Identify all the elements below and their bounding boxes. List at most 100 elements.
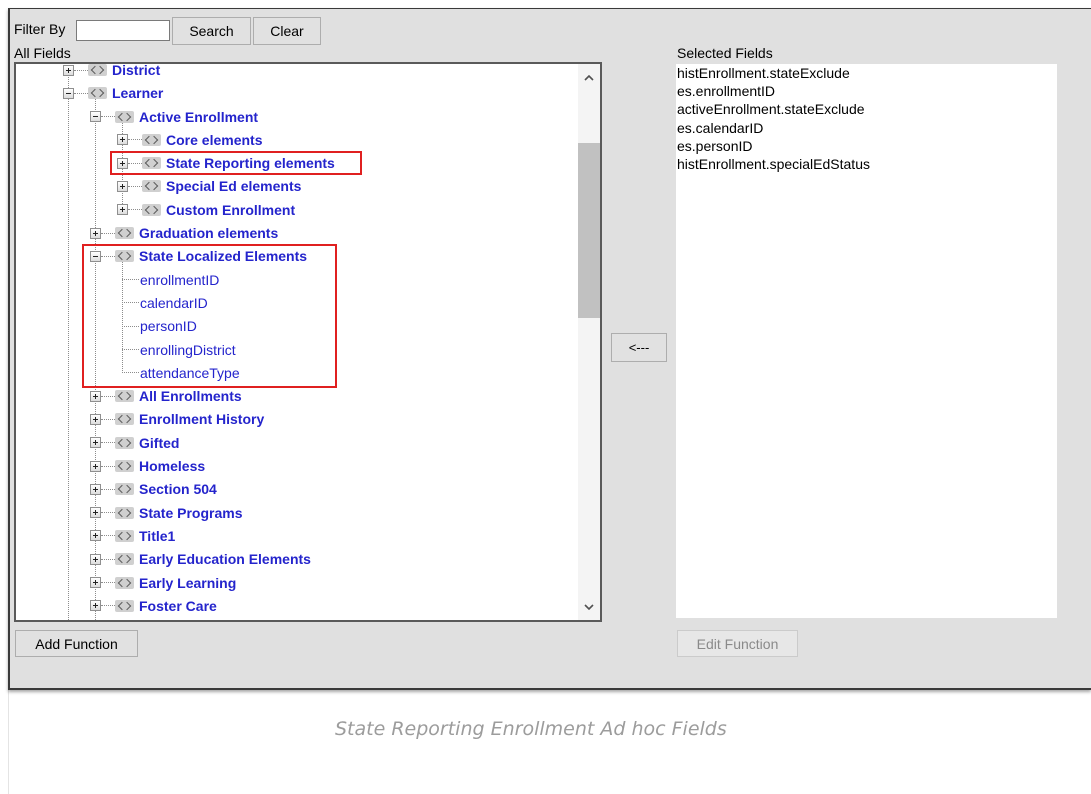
tree-node-early-learning[interactable]: Early Learning	[16, 571, 578, 594]
tree-node-homeless[interactable]: Homeless	[16, 454, 578, 477]
tree-node-all-enrollments[interactable]: All Enrollments	[16, 385, 578, 408]
tree-node-label[interactable]: Gifted	[139, 435, 179, 451]
selected-field-item[interactable]: es.calendarID	[676, 119, 1057, 137]
expand-icon[interactable]	[90, 227, 101, 239]
expand-icon[interactable]	[90, 437, 101, 449]
tree-node-content[interactable]: Early Learning	[90, 571, 236, 594]
all-fields-tree[interactable]: District Learner Active Enrollment Core …	[14, 62, 602, 622]
expand-icon[interactable]	[90, 460, 101, 472]
tree-node-special-ed-elements[interactable]: Special Ed elements	[16, 175, 578, 198]
tree-scrollbar[interactable]	[578, 64, 600, 620]
tree-node-label[interactable]: Title1	[139, 528, 175, 544]
selected-fields-label: Selected Fields	[677, 45, 773, 61]
tree-node-content[interactable]: Early Education Elements	[90, 548, 311, 571]
tree-node-enrollment-history[interactable]: Enrollment History	[16, 408, 578, 431]
tree-node-section-504[interactable]: Section 504	[16, 478, 578, 501]
tree-node-state-programs[interactable]: State Programs	[16, 501, 578, 524]
tree-node-label[interactable]: District	[112, 64, 160, 78]
selected-field-item[interactable]: histEnrollment.stateExclude	[676, 64, 1057, 82]
clear-button[interactable]: Clear	[253, 17, 321, 45]
tree-connector	[101, 558, 115, 560]
search-button[interactable]: Search	[172, 17, 251, 45]
tree-node-early-education-elements[interactable]: Early Education Elements	[16, 548, 578, 571]
scrollbar-thumb[interactable]	[578, 143, 600, 319]
expand-icon[interactable]	[90, 577, 101, 589]
scroll-down-icon[interactable]	[584, 604, 594, 610]
tree-node-content[interactable]: Title1	[90, 524, 175, 547]
tree-node-district[interactable]: District	[16, 64, 578, 82]
element-icon	[115, 227, 134, 240]
add-function-button[interactable]: Add Function	[15, 630, 138, 657]
selected-field-item[interactable]: es.enrollmentID	[676, 82, 1057, 100]
element-icon	[115, 576, 134, 589]
element-icon	[115, 110, 134, 123]
tree-node-label[interactable]: Special Ed elements	[166, 178, 301, 194]
tree-node-content[interactable]: Core elements	[117, 128, 262, 151]
expand-icon[interactable]	[90, 413, 101, 425]
expand-icon[interactable]	[90, 530, 101, 542]
scroll-up-icon[interactable]	[584, 75, 594, 81]
tree-node-content[interactable]: Enrollment History	[90, 408, 264, 431]
tree-node-content[interactable]: Section 504	[90, 478, 217, 501]
tree-connector	[101, 232, 115, 234]
tree-node-content[interactable]: Custom Enrollment	[117, 198, 295, 221]
tree-connector	[101, 116, 115, 118]
tree-node-content[interactable]: Learner	[63, 82, 163, 105]
tree-node-learner[interactable]: Learner	[16, 82, 578, 105]
element-icon	[115, 529, 134, 542]
expand-icon[interactable]	[90, 390, 101, 402]
tree-connector	[101, 582, 115, 584]
collapse-icon[interactable]	[90, 111, 101, 123]
tree-node-content[interactable]: Gifted	[90, 431, 179, 454]
edit-function-button[interactable]: Edit Function	[677, 630, 798, 657]
expand-icon[interactable]	[63, 64, 74, 76]
tree-node-content[interactable]: State Programs	[90, 501, 242, 524]
expand-icon[interactable]	[90, 553, 101, 565]
tree-node-label[interactable]: Core elements	[166, 132, 262, 148]
expand-icon[interactable]	[90, 507, 101, 519]
tree-node-custom-enrollment[interactable]: Custom Enrollment	[16, 198, 578, 221]
tree-node-content[interactable]: Foster Care	[90, 594, 217, 617]
tree-node-label[interactable]: Homeless	[139, 458, 205, 474]
tree-node-label[interactable]: Enrollment History	[139, 411, 264, 427]
element-icon	[142, 133, 161, 146]
tree-node-label[interactable]: All Enrollments	[139, 388, 242, 404]
element-icon	[115, 413, 134, 426]
collapse-icon[interactable]	[63, 87, 74, 99]
filter-input[interactable]	[76, 20, 170, 41]
tree-node-label[interactable]: Early Education Elements	[139, 551, 311, 567]
tree-node-content[interactable]: Active Enrollment	[90, 105, 258, 128]
tree-node-core-elements[interactable]: Core elements	[16, 128, 578, 151]
tree-node-content[interactable]: Graduation elements	[90, 221, 278, 244]
tree-node-content[interactable]: Special Ed elements	[117, 175, 301, 198]
tree-node-label[interactable]: Section 504	[139, 481, 217, 497]
tree-node-label[interactable]: State Programs	[139, 505, 242, 521]
expand-icon[interactable]	[90, 483, 101, 495]
tree-node-foster-care[interactable]: Foster Care	[16, 594, 578, 617]
tree-node-title1[interactable]: Title1	[16, 524, 578, 547]
element-icon	[115, 553, 134, 566]
move-left-button[interactable]: <---	[611, 333, 667, 362]
expand-icon[interactable]	[90, 600, 101, 612]
selected-field-item[interactable]: es.personID	[676, 137, 1057, 155]
expand-icon[interactable]	[117, 134, 128, 146]
tree-node-label[interactable]: Early Learning	[139, 575, 236, 591]
tree-node-gifted[interactable]: Gifted	[16, 431, 578, 454]
tree-connector	[101, 535, 115, 537]
tree-viewport[interactable]: District Learner Active Enrollment Core …	[16, 64, 600, 620]
tree-node-content[interactable]: Homeless	[90, 454, 205, 477]
tree-node-label[interactable]: Foster Care	[139, 598, 217, 614]
expand-icon[interactable]	[117, 204, 128, 216]
tree-node-content[interactable]: District	[63, 64, 160, 82]
selected-field-item[interactable]: histEnrollment.specialEdStatus	[676, 155, 1057, 173]
selected-field-item[interactable]: activeEnrollment.stateExclude	[676, 100, 1057, 118]
tree-node-label[interactable]: Learner	[112, 85, 163, 101]
expand-icon[interactable]	[117, 180, 128, 192]
tree-node-label[interactable]: Graduation elements	[139, 225, 278, 241]
tree-node-active-enrollment[interactable]: Active Enrollment	[16, 105, 578, 128]
selected-fields-list[interactable]: histEnrollment.stateExclude es.enrollmen…	[676, 64, 1057, 618]
tree-node-label[interactable]: Custom Enrollment	[166, 202, 295, 218]
tree-node-content[interactable]: All Enrollments	[90, 385, 242, 408]
tree-node-label[interactable]: Active Enrollment	[139, 109, 258, 125]
tree-node-graduation-elements[interactable]: Graduation elements	[16, 221, 578, 244]
